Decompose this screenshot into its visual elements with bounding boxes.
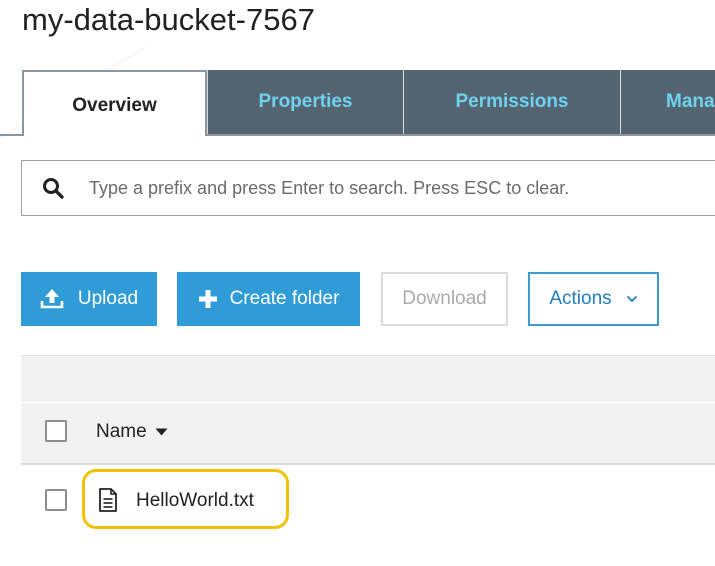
tab-management-label: Management (666, 91, 715, 112)
file-text-icon (99, 488, 117, 512)
chevron-down-icon (626, 295, 638, 303)
search-input[interactable] (89, 177, 689, 199)
bucket-title: my-data-bucket-7567 (22, 2, 315, 37)
tab-underline-left (0, 134, 22, 136)
tab-properties[interactable]: Properties (207, 70, 403, 134)
upload-icon (40, 288, 64, 310)
upload-button-label: Upload (77, 288, 139, 309)
select-all-checkbox[interactable] (45, 420, 67, 442)
plus-icon (198, 289, 218, 309)
tab-permissions-label: Permissions (455, 91, 569, 112)
name-column-header[interactable]: Name (96, 420, 168, 444)
create-folder-button-label: Create folder (229, 288, 340, 309)
sort-down-icon (155, 428, 168, 436)
tab-management[interactable]: Management (620, 70, 715, 134)
row-checkbox[interactable] (45, 489, 67, 511)
tab-permissions[interactable]: Permissions (403, 70, 620, 134)
search-icon (43, 178, 64, 199)
download-button[interactable]: Download (381, 272, 508, 326)
tab-properties-label: Properties (258, 91, 353, 112)
table-toolbar-band (21, 355, 715, 402)
name-column-label: Name (96, 421, 147, 442)
tab-underline-right (206, 134, 715, 136)
download-button-label: Download (402, 288, 487, 309)
actions-button-label: Actions (549, 288, 612, 309)
file-name-link[interactable]: HelloWorld.txt (136, 489, 254, 513)
create-folder-button[interactable]: Create folder (177, 272, 360, 326)
search-box (21, 160, 715, 216)
upload-button[interactable]: Upload (21, 272, 157, 326)
tab-overview-label: Overview (72, 95, 157, 116)
tab-overview[interactable]: Overview (22, 70, 207, 136)
actions-dropdown-button[interactable]: Actions (528, 272, 659, 326)
